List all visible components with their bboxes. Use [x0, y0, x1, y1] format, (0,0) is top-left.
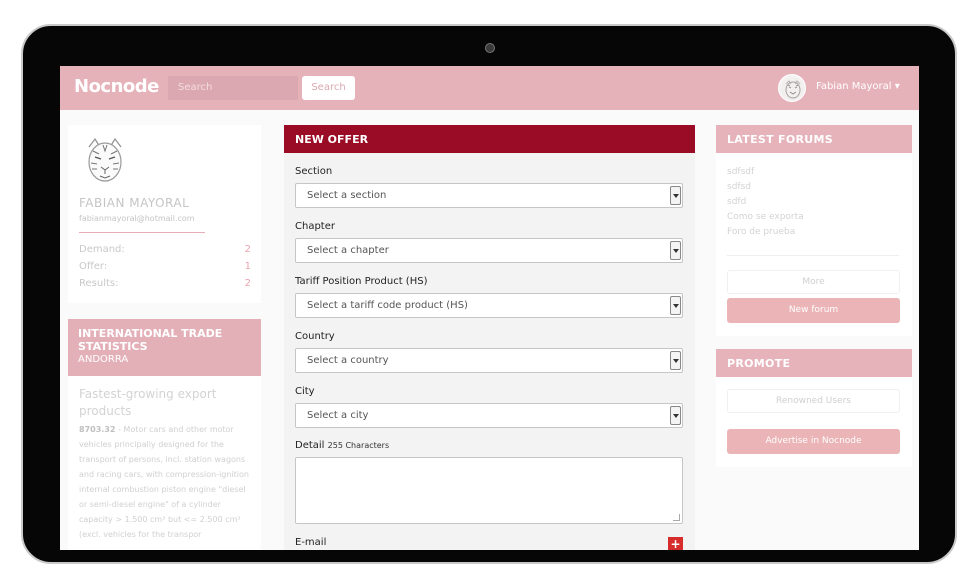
profile-card: FABIAN MAYORAL fabianmayoral@hotmail.com…	[68, 125, 261, 303]
export-title: Fastest-growing export products	[79, 387, 217, 418]
form-title: NEW OFFER	[295, 133, 369, 146]
select-value: Select a city	[307, 410, 369, 421]
chevron-down-icon[interactable]	[670, 351, 681, 370]
promote-header: PROMOTE	[716, 349, 912, 377]
city-select[interactable]: Select a city	[295, 403, 683, 428]
new-offer-form: NEW OFFER Section Select a section Chapt…	[284, 125, 695, 550]
latest-forums-panel: sdfsdf sdfsd sdfd Como se exporta Foro d…	[716, 153, 912, 336]
export-products-card: Fastest-growing export products 8703.32 …	[68, 376, 261, 550]
resize-handle-icon[interactable]	[673, 514, 680, 521]
stat-label: Results:	[79, 278, 119, 289]
forum-link[interactable]: sdfsdf	[727, 167, 754, 177]
detail-char-limit: 255 Characters	[327, 441, 390, 450]
chevron-down-icon[interactable]	[670, 241, 681, 260]
stat-label: Demand:	[79, 244, 125, 255]
user-avatar[interactable]	[778, 74, 806, 102]
chapter-label: Chapter	[295, 221, 335, 232]
profile-email: fabianmayoral@hotmail.com	[79, 214, 195, 223]
top-navbar: Nocnode Search Search Fabian Mayoral ▾	[60, 66, 919, 110]
detail-label-text: Detail	[295, 440, 325, 451]
trade-title: INTERNATIONAL TRADE STATISTICS	[78, 327, 223, 353]
stat-value: 1	[244, 261, 251, 272]
section-label: Section	[295, 166, 333, 177]
search-input[interactable]: Search	[168, 76, 298, 100]
divider	[727, 255, 899, 256]
form-header: NEW OFFER	[284, 125, 695, 153]
detail-label: Detail 255 Characters	[295, 440, 389, 451]
tiger-avatar-icon	[781, 77, 805, 101]
stat-label: Offer:	[79, 261, 108, 272]
promote-panel: Renowned Users Advertise in Nocnode	[716, 377, 912, 467]
tariff-select[interactable]: Select a tariff code product (HS)	[295, 293, 683, 318]
export-description: 8703.32 - Motor cars and other motor veh…	[79, 422, 249, 542]
profile-name: FABIAN MAYORAL	[79, 196, 190, 210]
forum-link[interactable]: sdfd	[727, 197, 746, 207]
new-forum-button[interactable]: New forum	[727, 298, 900, 323]
chevron-down-icon[interactable]	[670, 186, 681, 205]
detail-textarea[interactable]	[295, 457, 683, 524]
renowned-users-button[interactable]: Renowned Users	[727, 389, 900, 413]
select-value: Select a section	[307, 190, 387, 201]
advertise-button[interactable]: Advertise in Nocnode	[727, 429, 900, 454]
email-label: E-mail	[295, 537, 327, 548]
export-text: - Motor cars and other motor vehicles pr…	[79, 425, 249, 539]
user-menu-dropdown[interactable]: Fabian Mayoral ▾	[816, 81, 900, 92]
trade-statistics-header: INTERNATIONAL TRADE STATISTICS ANDORRA	[68, 319, 261, 376]
forum-link[interactable]: Como se exporta	[727, 212, 804, 222]
city-label: City	[295, 386, 315, 397]
country-label: Country	[295, 331, 335, 342]
stat-value: 2	[244, 244, 251, 255]
more-forums-button[interactable]: More	[727, 270, 900, 294]
latest-forums-header: LATEST FORUMS	[716, 125, 912, 153]
stat-value: 2	[244, 278, 251, 289]
country-select[interactable]: Select a country	[295, 348, 683, 373]
select-value: Select a chapter	[307, 245, 389, 256]
chevron-down-icon[interactable]	[670, 406, 681, 425]
stat-results[interactable]: Results: 2	[79, 278, 251, 289]
stat-offer[interactable]: Offer: 1	[79, 261, 251, 272]
hs-code: 8703.32	[79, 425, 116, 434]
promote-title: PROMOTE	[727, 357, 791, 370]
forum-link[interactable]: Foro de prueba	[727, 227, 795, 237]
chevron-down-icon[interactable]	[670, 296, 681, 315]
chapter-select[interactable]: Select a chapter	[295, 238, 683, 263]
app-screen: Nocnode Search Search Fabian Mayoral ▾ F…	[60, 66, 919, 550]
tariff-label: Tariff Position Product (HS)	[295, 276, 428, 287]
select-value: Select a tariff code product (HS)	[307, 300, 468, 311]
camera-icon	[485, 43, 495, 53]
logo[interactable]: Nocnode	[74, 76, 159, 97]
forum-link[interactable]: sdfsd	[727, 182, 751, 192]
search-button[interactable]: Search	[302, 76, 355, 100]
divider	[79, 232, 205, 233]
profile-avatar[interactable]	[79, 135, 131, 187]
add-email-icon[interactable]: +	[668, 537, 683, 550]
forums-title: LATEST FORUMS	[727, 133, 833, 146]
trade-country: ANDORRA	[78, 354, 129, 365]
section-select[interactable]: Select a section	[295, 183, 683, 208]
stat-demand[interactable]: Demand: 2	[79, 244, 251, 255]
tiger-avatar-icon	[88, 137, 122, 182]
select-value: Select a country	[307, 355, 389, 366]
